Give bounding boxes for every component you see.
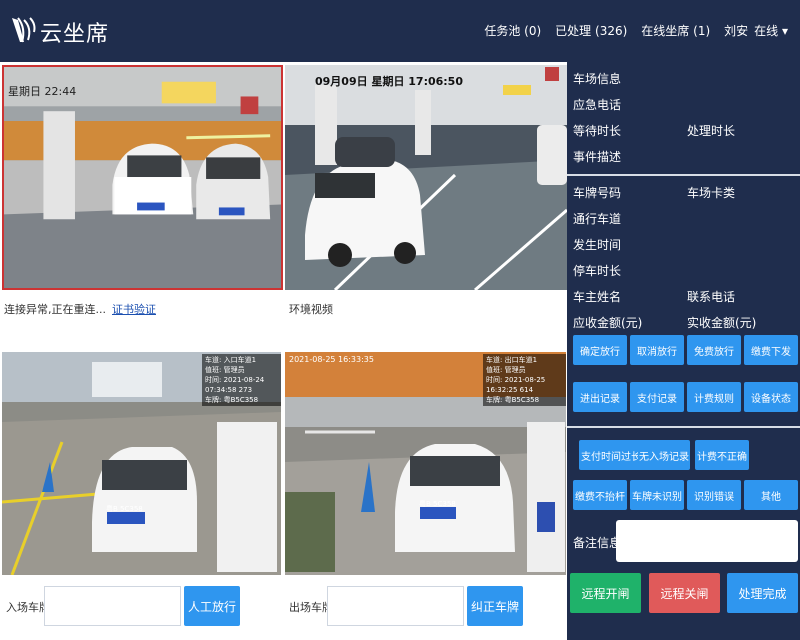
camera-4-plate: 粤B 5C358 — [419, 500, 456, 508]
cancel-release-button[interactable]: 取消放行 — [630, 335, 684, 365]
handle-time-label: 处理时长 — [687, 124, 736, 138]
reason-barrier-not-lifted[interactable]: 缴费不抬杆 — [573, 480, 627, 510]
remote-close-button[interactable]: 远程关闸 — [649, 573, 720, 613]
reason-billing-incorrect[interactable]: 计费不正确 — [695, 440, 749, 470]
camera-2[interactable]: 09月09日 星期日 17:06:50 — [285, 65, 567, 290]
camera-3-plate: 粤B 5C358 — [106, 505, 143, 513]
confirm-release-button[interactable]: 确定放行 — [573, 335, 627, 365]
camera-1-status: 连接异常,正在重连... 证书验证 — [4, 303, 156, 316]
plate-number-label: 车牌号码 — [573, 186, 622, 200]
camera-1-timestamp: 星期日 22:44 — [8, 85, 77, 98]
info-panel: 车场信息 应急电话 等待时长 处理时长 事件描述 车牌号码 车场卡类 通行车道 … — [567, 62, 800, 640]
divider — [567, 426, 800, 428]
finish-handling-button[interactable]: 处理完成 — [727, 573, 798, 613]
occur-time-label: 发生时间 — [573, 238, 622, 252]
free-release-button[interactable]: 免费放行 — [687, 335, 741, 365]
camera-2-timestamp: 09月09日 星期日 17:06:50 — [315, 75, 463, 88]
nav-task-pool[interactable]: 任务池 (0) — [484, 22, 541, 39]
contact-phone-label: 联系电话 — [687, 290, 736, 304]
logo-text: 云坐席 — [40, 22, 110, 47]
reason-plate-not-recognized[interactable]: 车牌未识别 — [630, 480, 684, 510]
status-dropdown[interactable]: 在线 ▾ — [754, 22, 788, 39]
send-payment-button[interactable]: 缴费下发 — [744, 335, 798, 365]
nav-online-seats[interactable]: 在线坐席 (1) — [641, 22, 710, 39]
camera-4[interactable]: 2021-08-25 16:33:35 车道: 出口车道1 值班: 管理员 时间… — [285, 352, 566, 575]
divider — [567, 174, 800, 176]
payment-records-button[interactable]: 支付记录 — [630, 382, 684, 412]
user-name: 刘安 — [724, 24, 749, 38]
exit-plate-input[interactable] — [327, 586, 464, 626]
video-area: 星期日 22:44 连接异常,正在重连... 证书验证 09月09日 星期日 17 — [0, 62, 567, 640]
camera-4-overlay: 车道: 出口车道1 值班: 管理员 时间: 2021-08-25 16:32:2… — [483, 354, 566, 406]
camera-2-label: 环境视频 — [289, 303, 333, 316]
entry-exit-records-button[interactable]: 进出记录 — [573, 382, 627, 412]
park-info-label: 车场信息 — [573, 72, 622, 86]
logo-icon — [12, 17, 36, 43]
nav-processed[interactable]: 已处理 (326) — [555, 22, 627, 39]
reason-payment-too-long[interactable]: 支付时间过长 — [579, 440, 643, 470]
parking-lot-image — [285, 65, 567, 290]
event-desc-label: 事件描述 — [573, 150, 622, 164]
reason-no-entry-record[interactable]: 无入场记录 — [638, 440, 690, 470]
remark-input[interactable] — [616, 520, 798, 562]
amount-due-label: 应收金额(元) — [573, 316, 643, 330]
remark-label: 备注信息 — [573, 536, 622, 550]
camera-4-timestamp: 2021-08-25 16:33:35 — [289, 355, 374, 364]
remote-open-button[interactable]: 远程开闸 — [570, 573, 641, 613]
park-duration-label: 停车时长 — [573, 264, 622, 278]
lane-label: 通行车道 — [573, 212, 622, 226]
camera-1[interactable]: 星期日 22:44 — [2, 65, 283, 290]
header: 云坐席 任务池 (0) 已处理 (326) 在线坐席 (1) 刘安 在线 ▾ — [0, 0, 800, 62]
certificate-link[interactable]: 证书验证 — [112, 303, 156, 316]
owner-name-label: 车主姓名 — [573, 290, 622, 304]
correct-plate-button[interactable]: 纠正车牌 — [467, 586, 523, 626]
device-status-button[interactable]: 设备状态 — [744, 382, 798, 412]
camera-3[interactable]: 车道: 入口车道1 值班: 管理员 时间: 2021-08-24 07:34:5… — [2, 352, 281, 575]
header-nav: 任务池 (0) 已处理 (326) 在线坐席 (1) 刘安 在线 ▾ — [484, 22, 788, 39]
amount-paid-label: 实收金额(元) — [687, 316, 757, 330]
manual-release-button[interactable]: 人工放行 — [184, 586, 240, 626]
wait-time-label: 等待时长 — [573, 124, 622, 138]
reason-recognition-error[interactable]: 识别错误 — [687, 480, 741, 510]
parking-scene-image — [4, 67, 281, 288]
billing-rules-button[interactable]: 计费规则 — [687, 382, 741, 412]
entry-plate-input[interactable] — [44, 586, 181, 626]
camera-3-overlay: 车道: 入口车道1 值班: 管理员 时间: 2021-08-24 07:34:5… — [202, 354, 281, 406]
emergency-phone-label: 应急电话 — [573, 98, 622, 112]
reason-other[interactable]: 其他 — [744, 480, 798, 510]
card-type-label: 车场卡类 — [687, 186, 736, 200]
